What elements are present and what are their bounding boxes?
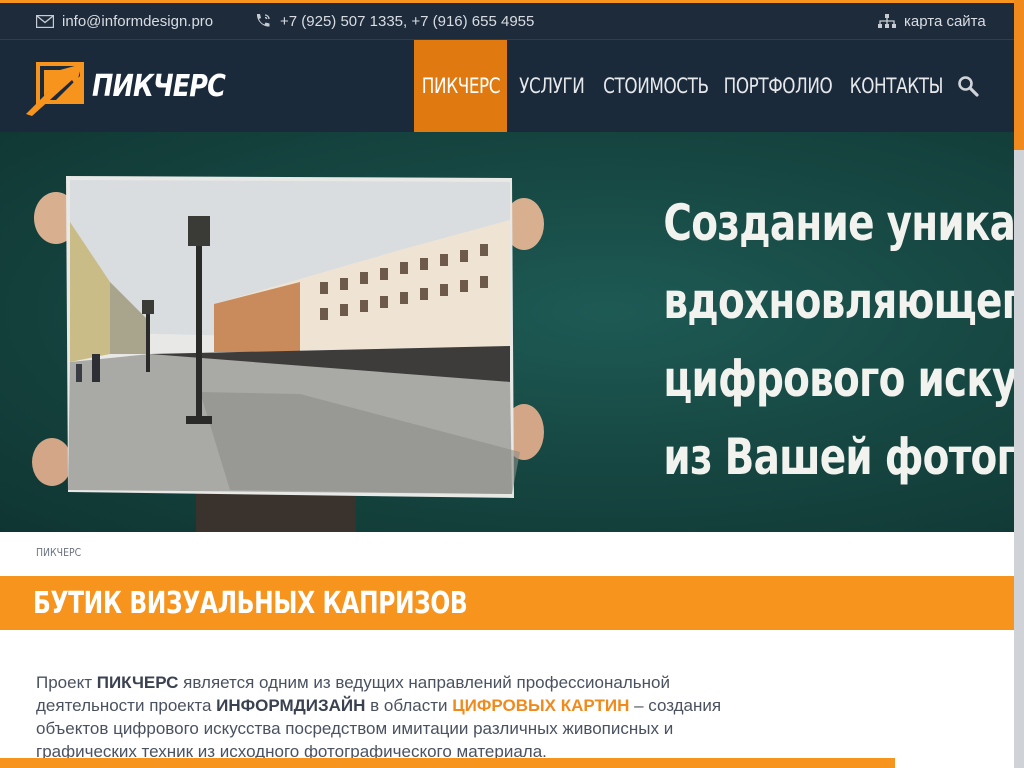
page-title: БУТИК ВИЗУАЛЬНЫХ КАПРИЗОВ <box>33 576 590 630</box>
breadcrumb[interactable]: ПИКЧЕРС <box>36 546 81 559</box>
hero-headline: Создание уникалы вдохновляющего шед цифр… <box>560 184 1014 496</box>
intro-text-1: Проект <box>36 673 97 692</box>
hero-banner: Создание уникалы вдохновляющего шед цифр… <box>0 132 1014 532</box>
intro-brand-pictures: ПИКЧЕРС <box>96 673 179 692</box>
contact-phones: +7 (925) 507 1335, +7 (916) 655 4955 <box>254 3 534 39</box>
page-scrollbar[interactable] <box>1014 0 1024 768</box>
nav-item-label: КОНТАКТЫ <box>849 74 943 98</box>
sitemap-icon <box>878 13 896 28</box>
site-logo[interactable]: ПИКЧЕРС <box>26 56 248 116</box>
hero-photo <box>32 176 544 532</box>
nav-item-pictures[interactable]: ПИКЧЕРС <box>414 40 507 132</box>
nav-menu: ПИКЧЕРС УСЛУГИ СТОИМОСТЬ ПОРТФОЛИО КОНТА… <box>414 40 951 132</box>
title-band: БУТИК ВИЗУАЛЬНЫХ КАПРИЗОВ <box>0 576 1014 630</box>
bottom-accent-strip <box>0 758 895 768</box>
contact-bar: info@informdesign.pro +7 (925) 507 1335,… <box>0 3 1014 40</box>
search-icon[interactable] <box>956 74 980 98</box>
page-title-text: БУТИК ВИЗУАЛЬНЫХ КАПРИЗОВ <box>33 585 468 621</box>
sitemap-label[interactable]: карта сайта <box>904 13 986 30</box>
envelope-icon <box>36 14 54 28</box>
main-navbar: ПИКЧЕРС ПИКЧЕРС УСЛУГИ СТОИМОСТЬ ПОРТФОЛ… <box>0 40 1014 132</box>
nav-item-pricing[interactable]: СТОИМОСТЬ <box>597 40 714 132</box>
hero-line-2: вдохновляющего шед <box>663 272 1014 330</box>
scrollbar-accent <box>1014 0 1024 150</box>
intro-text-3: в области <box>365 696 453 715</box>
intro-brand-informdesign: ИНФОРМДИЗАЙН <box>216 696 366 715</box>
nav-item-label: СТОИМОСТЬ <box>602 74 709 98</box>
hero-line-1: Создание уникалы <box>663 194 1014 252</box>
intro-digital-paintings: ЦИФРОВЫХ КАРТИН <box>452 696 630 715</box>
nav-item-label: ПИКЧЕРС <box>421 74 500 98</box>
contact-email[interactable]: info@informdesign.pro <box>36 3 213 39</box>
intro-paragraph: Проект ПИКЧЕРС является одним из ведущих… <box>36 671 756 763</box>
nav-item-services[interactable]: УСЛУГИ <box>507 40 597 132</box>
hero-line-4: из Вашей фотогр <box>663 428 1014 486</box>
nav-item-contacts[interactable]: КОНТАКТЫ <box>841 40 951 132</box>
logo-text: ПИКЧЕРС <box>92 68 226 104</box>
hero-line-3: цифрового искус <box>663 350 1014 408</box>
nav-item-label: ПОРТФОЛИО <box>723 74 832 98</box>
logo-mark-icon <box>26 62 84 116</box>
phone-icon <box>256 14 270 27</box>
sitemap-link[interactable]: карта сайта <box>878 3 986 39</box>
nav-item-portfolio[interactable]: ПОРТФОЛИО <box>714 40 841 132</box>
nav-item-label: УСЛУГИ <box>519 74 585 98</box>
email-link[interactable]: info@informdesign.pro <box>62 13 213 30</box>
phone-numbers: +7 (925) 507 1335, +7 (916) 655 4955 <box>280 12 535 30</box>
